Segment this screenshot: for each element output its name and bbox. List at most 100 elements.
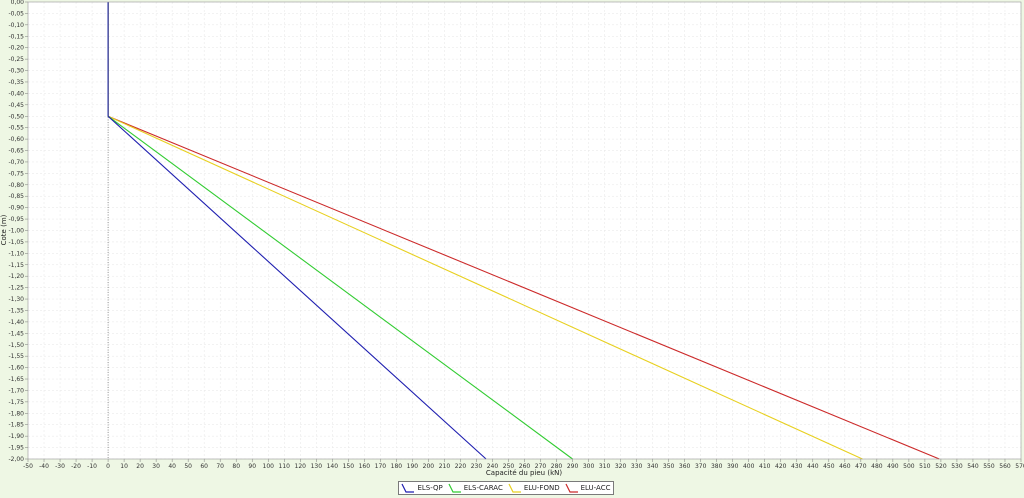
x-tick-label: 360: [679, 463, 691, 470]
legend-swatch-line: [565, 483, 578, 493]
y-tick-label: -1,80: [8, 410, 24, 417]
x-tick-label: 190: [407, 463, 419, 470]
x-tick-label: 80: [232, 463, 240, 470]
legend-label: ELS-CARAC: [463, 484, 503, 492]
legend-swatch: [401, 483, 415, 493]
x-tick-label: 350: [663, 463, 675, 470]
y-tick-label: -1,25: [8, 285, 24, 292]
x-tick-label: 550: [983, 463, 995, 470]
x-tick-label: 230: [471, 463, 483, 470]
y-tick-label: -0,45: [8, 102, 24, 109]
x-tick-label: 500: [903, 463, 915, 470]
y-tick-label: -1,90: [8, 433, 24, 440]
x-tick-label: 470: [855, 463, 867, 470]
y-tick-label: -1,15: [8, 262, 24, 269]
y-tick-label: -0,35: [8, 79, 24, 86]
x-tick-label: 70: [216, 463, 224, 470]
y-tick-label: -1,00: [8, 228, 24, 235]
legend-swatch-line: [508, 483, 521, 493]
x-tick-label: 60: [200, 463, 208, 470]
x-tick-label: 330: [631, 463, 643, 470]
y-tick-label: -1,20: [8, 273, 24, 280]
legend-item-elu-fond: ELU-FOND: [508, 483, 560, 493]
legend-item-elu-acc: ELU-ACC: [565, 483, 611, 493]
x-tick-label: 50: [184, 463, 192, 470]
x-tick-label: 100: [263, 463, 275, 470]
x-tick-label: 20: [136, 463, 144, 470]
y-tick-label: -0,75: [8, 170, 24, 177]
x-tick-label: 160: [359, 463, 371, 470]
y-tick-label: -1,55: [8, 353, 24, 360]
legend-label: ELS-QP: [417, 484, 443, 492]
x-tick-label: 380: [711, 463, 723, 470]
y-tick-label: -1,85: [8, 422, 24, 429]
y-tick-label: -0,90: [8, 205, 24, 212]
y-axis-ticks: 0,00 -0,05 -0,10 -0,15 -0,20 -0,25 -0,30 -0,35 -…: [8, 0, 28, 463]
x-tick-label: 0: [106, 463, 110, 470]
y-tick-label: -1,40: [8, 319, 24, 326]
x-tick-label: 320: [615, 463, 627, 470]
y-tick-label: -0,10: [8, 22, 24, 29]
x-tick-label: 440: [807, 463, 819, 470]
x-tick-label: 460: [839, 463, 851, 470]
y-tick-label: -2,00: [8, 456, 24, 463]
x-tick-label: 540: [967, 463, 979, 470]
chart-area: -50 -40 -30 -20 -10 0 10 20 30 40 50 60 70 80 90 100 110…: [0, 0, 1024, 498]
x-tick-label: 40: [168, 463, 176, 470]
x-tick-label: 450: [823, 463, 835, 470]
x-tick-label: 410: [759, 463, 771, 470]
y-tick-label: -1,70: [8, 387, 24, 394]
y-tick-label: -0,85: [8, 193, 24, 200]
capacity-chart: -50 -40 -30 -20 -10 0 10 20 30 40 50 60 70 80 90 100 110…: [0, 0, 1024, 477]
x-tick-label: -50: [23, 463, 33, 470]
grid: [27, 1, 1022, 460]
y-tick-label: -0,55: [8, 125, 24, 132]
x-tick-label: 370: [695, 463, 707, 470]
legend-swatch-line: [448, 483, 461, 493]
x-tick-label: 310: [599, 463, 611, 470]
y-tick-label: -0,05: [8, 10, 24, 17]
y-tick-label: -1,35: [8, 307, 24, 314]
y-tick-label: -0,30: [8, 68, 24, 75]
x-tick-label: 340: [647, 463, 659, 470]
x-tick-label: 530: [951, 463, 963, 470]
y-tick-label: -0,50: [8, 113, 24, 120]
y-tick-label: -0,95: [8, 216, 24, 223]
legend-item-els-qp: ELS-QP: [401, 483, 443, 493]
legend: ELS-QP ELS-CARAC ELU-FOND ELU-ACC: [398, 481, 614, 495]
y-tick-label: -1,75: [8, 399, 24, 406]
legend-swatch-line: [401, 483, 415, 493]
legend-item-els-carac: ELS-CARAC: [448, 483, 503, 493]
x-tick-label: 560: [999, 463, 1011, 470]
x-tick-label: 520: [935, 463, 947, 470]
x-tick-label: 140: [327, 463, 339, 470]
x-tick-label: -40: [39, 463, 49, 470]
y-tick-label: -1,60: [8, 365, 24, 372]
legend-swatch: [565, 483, 578, 493]
x-tick-label: 180: [391, 463, 403, 470]
x-tick-label: 120: [295, 463, 307, 470]
legend-label: ELU-FOND: [523, 484, 560, 492]
y-tick-label: -1,30: [8, 296, 24, 303]
x-tick-label: -20: [71, 463, 81, 470]
y-tick-label: -1,50: [8, 342, 24, 349]
y-tick-label: -0,25: [8, 56, 24, 63]
x-tick-label: 420: [775, 463, 787, 470]
legend-label: ELU-ACC: [580, 484, 611, 492]
y-tick-label: -1,05: [8, 239, 24, 246]
x-tick-label: -10: [87, 463, 97, 470]
legend-swatch: [448, 483, 461, 493]
x-tick-label: 130: [311, 463, 323, 470]
y-tick-label: -1,10: [8, 250, 24, 257]
x-tick-label: 220: [455, 463, 467, 470]
x-tick-label: 510: [919, 463, 931, 470]
y-tick-label: -0,60: [8, 136, 24, 143]
x-axis-title: Capacité du pieu (kN): [486, 469, 562, 477]
x-tick-label: 290: [567, 463, 579, 470]
y-tick-label: -1,45: [8, 330, 24, 337]
x-tick-label: 90: [248, 463, 256, 470]
y-tick-label: -1,65: [8, 376, 24, 383]
y-tick-label: 0,00: [11, 0, 25, 6]
x-tick-label: 300: [583, 463, 595, 470]
x-tick-label: 570: [1015, 463, 1024, 470]
